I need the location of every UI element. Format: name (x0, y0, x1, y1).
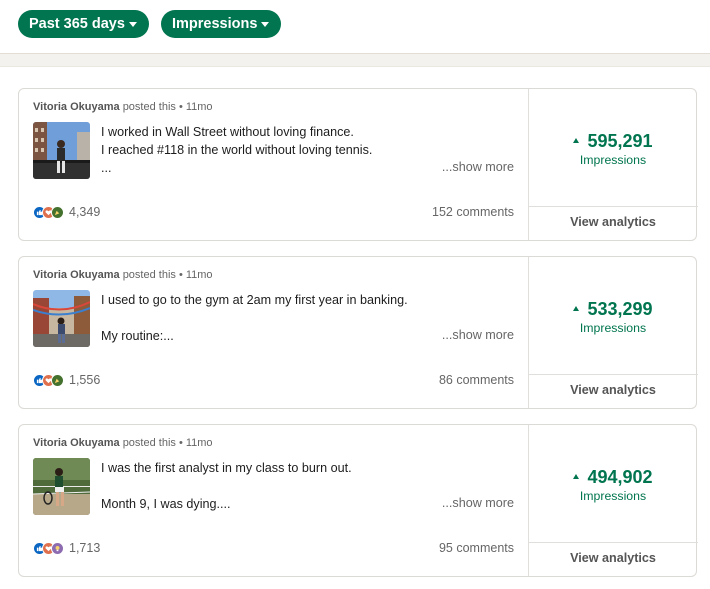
post-content-panel[interactable]: Vitoria Okuyama posted this • 11mo I wor… (19, 89, 529, 240)
reaction-icons (33, 373, 64, 387)
post-text-line (101, 477, 401, 495)
post-text: I used to go to the gym at 2am my first … (101, 291, 408, 345)
impressions-label: Impressions (579, 489, 647, 503)
trend-up-icon (573, 473, 580, 479)
metric-filter-button[interactable]: Impressions (161, 10, 282, 38)
reactions-count: 1,713 (69, 541, 101, 555)
impressions-number: 494,902 (587, 467, 653, 487)
post-thumbnail[interactable] (33, 458, 90, 515)
impressions-number: 533,299 (587, 299, 653, 319)
metric-label: Impressions (172, 16, 258, 32)
impressions-panel: 494,902 Impressions View analytics (528, 425, 698, 576)
impressions-panel: 595,291 Impressions View analytics (528, 89, 698, 240)
post-card: Vitoria Okuyama posted this • 11mo I use… (18, 256, 698, 409)
post-text-line: ... (101, 161, 112, 175)
post-card: Vitoria Okuyama posted this • 11mo I wor… (18, 88, 698, 241)
author-name[interactable]: Vitoria Okuyama (33, 101, 120, 113)
post-text: I worked in Wall Street without loving f… (101, 123, 401, 177)
impressions-number: 595,291 (587, 131, 653, 151)
trend-up-icon (573, 137, 580, 143)
date-range-filter-button[interactable]: Past 365 days (18, 10, 149, 38)
author-name[interactable]: Vitoria Okuyama (33, 437, 120, 449)
impressions-label: Impressions (579, 153, 647, 167)
impressions-label: Impressions (579, 321, 647, 335)
post-text-line: I worked in Wall Street without loving f… (101, 125, 354, 139)
post-text-line: Month 9, I was dying.... (101, 497, 231, 511)
view-analytics-button[interactable]: View analytics (528, 374, 698, 408)
post-text-line: My routine:... (101, 329, 174, 343)
view-analytics-button[interactable]: View analytics (528, 206, 698, 240)
reaction-icons (33, 541, 64, 555)
post-content-panel[interactable]: Vitoria Okuyama posted this • 11mo I was… (19, 425, 529, 576)
post-text-line: I was the first analyst in my class to b… (101, 461, 352, 475)
date-range-label: Past 365 days (29, 16, 125, 32)
post-author-line: Vitoria Okuyama posted this • 11mo (33, 101, 213, 113)
post-text-line: I used to go to the gym at 2am my first … (101, 293, 408, 307)
view-analytics-button[interactable]: View analytics (528, 542, 698, 576)
impressions-value: 595,291 (528, 131, 698, 152)
comments-count[interactable]: 95 comments (439, 541, 514, 555)
post-author-line: Vitoria Okuyama posted this • 11mo (33, 437, 213, 449)
caret-down-icon (128, 22, 137, 27)
insightful-icon (51, 541, 64, 555)
author-name[interactable]: Vitoria Okuyama (33, 269, 120, 281)
comments-count[interactable]: 152 comments (432, 205, 514, 219)
post-text-line (101, 309, 401, 327)
post-meta: posted this • 11mo (122, 101, 213, 113)
post-author-line: Vitoria Okuyama posted this • 11mo (33, 269, 213, 281)
post-text: I was the first analyst in my class to b… (101, 459, 401, 513)
reactions-summary[interactable]: 4,349 (33, 205, 100, 219)
show-more-link[interactable]: ...show more (442, 160, 514, 174)
post-text-line: I reached #118 in the world without lovi… (101, 143, 373, 157)
post-thumbnail[interactable] (33, 290, 90, 347)
reactions-count: 4,349 (69, 205, 101, 219)
reactions-summary[interactable]: 1,713 (33, 541, 100, 555)
impressions-panel: 533,299 Impressions View analytics (528, 257, 698, 408)
post-meta: posted this • 11mo (122, 269, 213, 281)
reaction-icons (33, 205, 64, 219)
show-more-link[interactable]: ...show more (442, 496, 514, 510)
post-content-panel[interactable]: Vitoria Okuyama posted this • 11mo I use… (19, 257, 529, 408)
comments-count[interactable]: 86 comments (439, 373, 514, 387)
reactions-count: 1,556 (69, 373, 101, 387)
post-thumbnail[interactable] (33, 122, 90, 179)
post-meta: posted this • 11mo (122, 437, 213, 449)
impressions-value: 533,299 (528, 299, 698, 320)
section-divider (0, 54, 710, 67)
caret-down-icon (261, 22, 270, 27)
post-card: Vitoria Okuyama posted this • 11mo I was… (18, 424, 698, 577)
reactions-summary[interactable]: 1,556 (33, 373, 100, 387)
celebrate-icon (51, 205, 64, 219)
impressions-value: 494,902 (528, 467, 698, 488)
filter-bar: Past 365 days Impressions (0, 0, 710, 54)
show-more-link[interactable]: ...show more (442, 328, 514, 342)
celebrate-icon (51, 373, 64, 387)
trend-up-icon (573, 305, 580, 311)
